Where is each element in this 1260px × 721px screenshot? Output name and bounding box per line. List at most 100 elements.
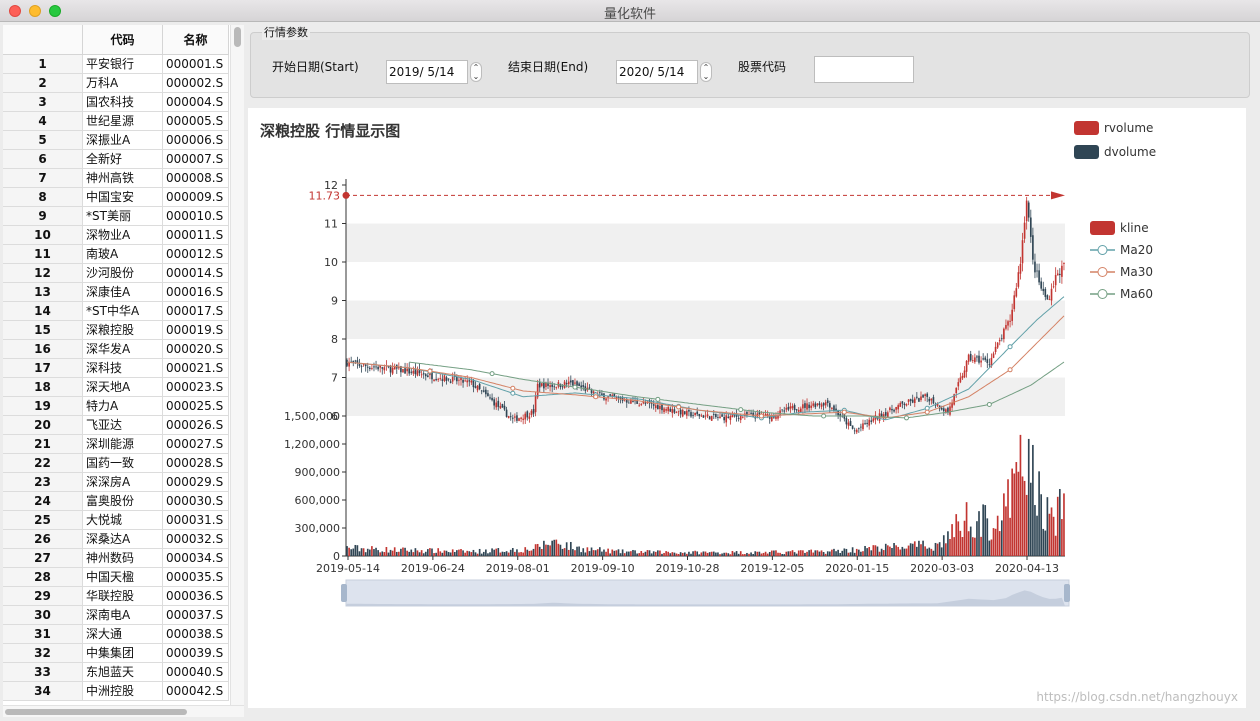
volume-bar (681, 552, 684, 556)
header-name[interactable]: 名称 (163, 25, 229, 54)
volume-bar (992, 528, 995, 556)
volume-bar (1025, 494, 1028, 556)
stock-code-input[interactable] (814, 56, 914, 83)
table-row[interactable]: 30 深南电A 000037.S (3, 606, 229, 625)
volume-bar (698, 554, 701, 556)
table-row[interactable]: 1 平安银行 000001.S (3, 55, 229, 74)
horizontal-scroll-thumb[interactable] (5, 709, 187, 715)
kline-candle (563, 381, 566, 389)
volume-bar (346, 546, 348, 556)
kline-candle (822, 403, 825, 406)
kline-candle (905, 404, 908, 406)
volume-bar (998, 531, 1001, 556)
table-row[interactable]: 19 特力A 000025.S (3, 397, 229, 416)
volume-bar (524, 547, 527, 556)
table-row[interactable]: 25 大悦城 000031.S (3, 511, 229, 530)
legend-symbol-Ma30[interactable] (1097, 267, 1108, 277)
table-row[interactable]: 28 中国天楹 000035.S (3, 568, 229, 587)
legend-symbol-Ma60[interactable] (1097, 289, 1108, 299)
table-row[interactable]: 18 深天地A 000023.S (3, 378, 229, 397)
table-row[interactable]: 23 深深房A 000029.S (3, 473, 229, 492)
kline-candle (918, 398, 920, 402)
kline-candle (451, 376, 454, 382)
table-row[interactable]: 8 中国宝安 000009.S (3, 188, 229, 207)
kline-candle (410, 371, 413, 373)
kline-candle (793, 404, 796, 411)
volume-bar (574, 550, 576, 556)
row-index: 5 (3, 131, 83, 149)
zoom-slider-right-handle[interactable] (1064, 584, 1070, 602)
kline-candle (565, 383, 568, 385)
table-row[interactable]: 16 深华发A 000020.S (3, 340, 229, 359)
header-code[interactable]: 代码 (83, 25, 163, 54)
kline-candle (458, 379, 460, 381)
kline-candle (532, 409, 535, 414)
kline-candle (940, 407, 943, 410)
legend-symbol-Ma20[interactable] (1097, 245, 1108, 255)
table-row[interactable]: 9 *ST美丽 000010.S (3, 207, 229, 226)
row-index: 13 (3, 283, 83, 301)
table-row[interactable]: 32 中集集团 000039.S (3, 644, 229, 663)
volume-bar (377, 550, 379, 556)
table-row[interactable]: 17 深科技 000021.S (3, 359, 229, 378)
table-row[interactable]: 10 深物业A 000011.S (3, 226, 229, 245)
start-date-stepper[interactable]: ⌃ ⌄ (470, 62, 482, 82)
start-date-input[interactable]: 2019/ 5/14 (386, 60, 468, 84)
vertical-scroll-thumb[interactable] (234, 27, 241, 47)
volume-bar (793, 552, 796, 556)
table-row[interactable]: 33 东旭蓝天 000040.S (3, 663, 229, 682)
kline-candle (495, 402, 498, 408)
end-date-stepper[interactable]: ⌃ ⌄ (700, 62, 712, 82)
table-row[interactable]: 7 神州高铁 000008.S (3, 169, 229, 188)
kline-candle (1034, 261, 1036, 273)
volume-bar (1048, 513, 1051, 556)
table-row[interactable]: 14 *ST中华A 000017.S (3, 302, 229, 321)
volume-bar (416, 550, 419, 556)
kline-candle (971, 360, 974, 361)
table-row[interactable]: 5 深振业A 000006.S (3, 131, 229, 150)
table-row[interactable]: 22 国药一致 000028.S (3, 454, 229, 473)
price-tick-label: 9 (331, 295, 338, 308)
table-row[interactable]: 4 世纪星源 000005.S (3, 112, 229, 131)
table-row[interactable]: 27 神州数码 000034.S (3, 549, 229, 568)
kline-candle (346, 360, 348, 366)
table-row[interactable]: 11 南玻A 000012.S (3, 245, 229, 264)
zoom-slider-left-handle[interactable] (341, 584, 347, 602)
volume-bar (1000, 520, 1003, 556)
volume-bar (389, 549, 392, 556)
end-date-input[interactable]: 2020/ 5/14 (616, 60, 698, 84)
volume-bar (532, 548, 535, 556)
kline-candle (775, 416, 777, 419)
volume-bar (959, 530, 962, 556)
table-row[interactable]: 31 深大通 000038.S (3, 625, 229, 644)
table-row[interactable]: 15 深粮控股 000019.S (3, 321, 229, 340)
stock-name-cell: 神州高铁 (83, 169, 163, 187)
table-row[interactable]: 29 华联控股 000036.S (3, 587, 229, 606)
table-vertical-scrollbar[interactable] (230, 25, 244, 705)
table-horizontal-scrollbar[interactable] (3, 705, 244, 717)
volume-bar (853, 552, 856, 556)
volume-bar (485, 549, 487, 556)
table-row[interactable]: 34 中洲控股 000042.S (3, 682, 229, 701)
table-row[interactable]: 26 深桑达A 000032.S (3, 530, 229, 549)
table-row[interactable]: 20 飞亚达 000026.S (3, 416, 229, 435)
legend-swatch-kline[interactable] (1090, 221, 1115, 235)
volume-bar (710, 551, 713, 556)
table-row[interactable]: 6 全新好 000007.S (3, 150, 229, 169)
stock-table[interactable]: 代码 名称 1 平安银行 000001.S 2 万科A 000002.S 3 国农科技 0000… (3, 25, 244, 717)
legend-swatch-dvolume[interactable] (1074, 145, 1099, 159)
header-index[interactable] (3, 25, 83, 54)
legend-swatch-rvolume[interactable] (1074, 121, 1099, 135)
table-row[interactable]: 12 沙河股份 000014.S (3, 264, 229, 283)
kline-candle (702, 415, 705, 418)
table-row[interactable]: 13 深康佳A 000016.S (3, 283, 229, 302)
kline-candle (806, 403, 808, 410)
table-row[interactable]: 2 万科A 000002.S (3, 74, 229, 93)
kline-candle (468, 380, 471, 382)
table-row[interactable]: 24 富奥股份 000030.S (3, 492, 229, 511)
stock-chart[interactable]: 深粮控股 行情显示图67891011120300,000600,000900,0… (248, 108, 1246, 708)
kline-candle (965, 360, 968, 372)
table-row[interactable]: 3 国农科技 000004.S (3, 93, 229, 112)
table-row[interactable]: 21 深圳能源 000027.S (3, 435, 229, 454)
volume-bar (814, 550, 817, 556)
